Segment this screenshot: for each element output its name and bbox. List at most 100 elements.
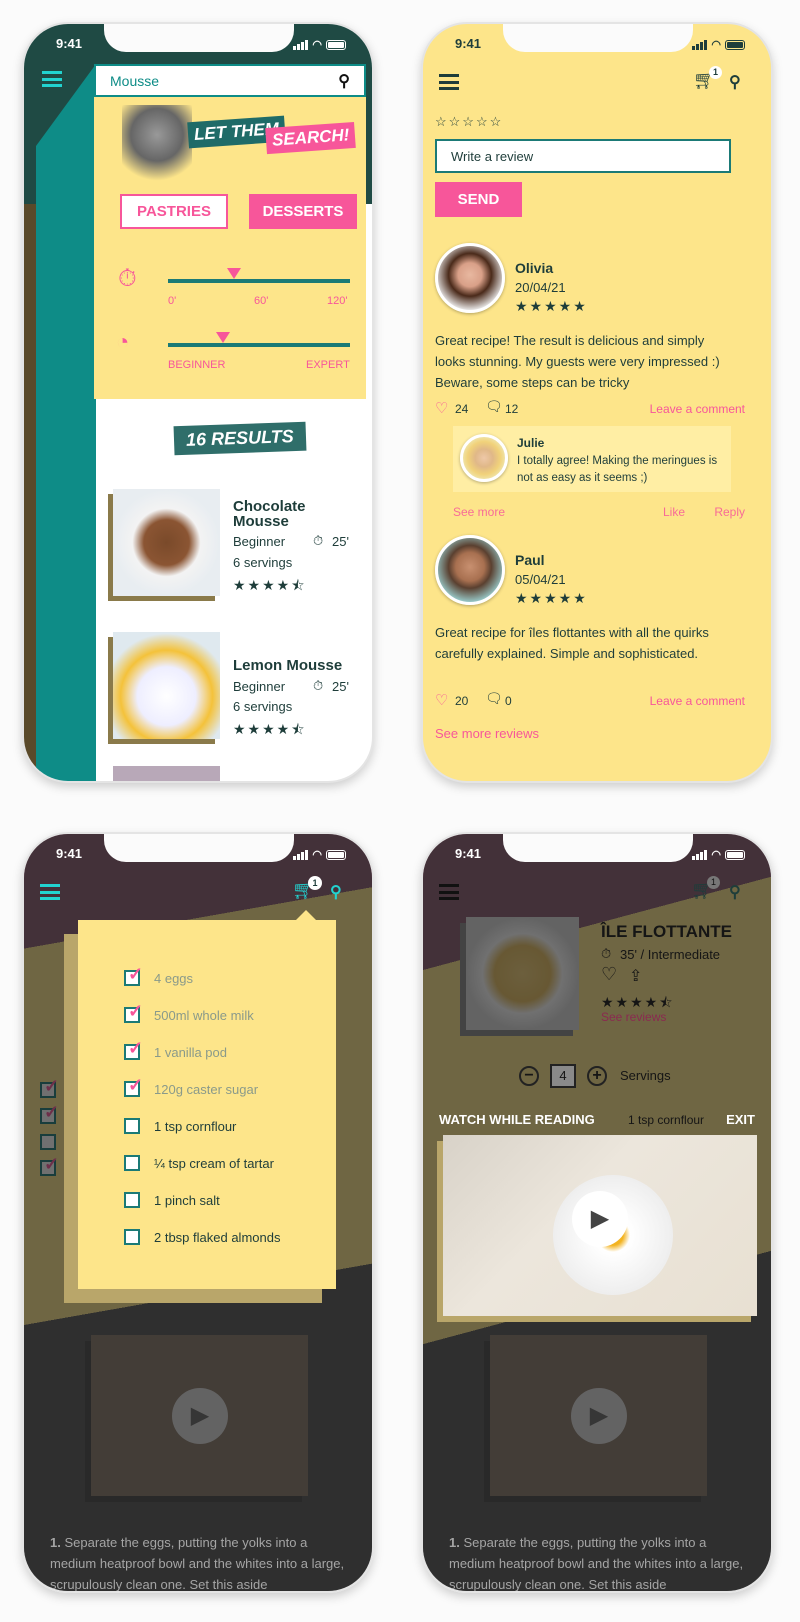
checkbox[interactable] — [124, 1001, 143, 1023]
search-icon[interactable]: ⚲ — [729, 72, 741, 92]
avatar-olivia — [435, 243, 505, 313]
see-more-reviews-link[interactable]: See more reviews — [435, 726, 539, 741]
item-label: 120g caster sugar — [154, 1082, 259, 1097]
result-card[interactable]: Chocolate Mousse Beginner ⏱ 25' 6 servin… — [113, 489, 363, 599]
search-icon[interactable]: ⚲ — [330, 882, 342, 902]
shopping-list-screen: ▶ 1. Separate the eggs, putting the yolk… — [22, 832, 374, 1593]
avatar-julie — [460, 434, 508, 482]
heart-icon[interactable]: ♡ — [435, 691, 448, 709]
item-label: 500ml whole milk — [154, 1008, 254, 1023]
search-screen: 9:41 ◠ Mousse ⚲ LET THEM SEARCH! PASTRIE… — [22, 22, 374, 783]
cart-badge: 1 — [707, 876, 720, 889]
exit-button[interactable]: EXIT — [726, 1112, 755, 1127]
recipe-video-screen: ▶ ÎLE FLOTTANTE ⏱ 35' / Intermediate ♡ ⇪… — [421, 832, 773, 1593]
menu-icon[interactable] — [439, 74, 459, 90]
result-name[interactable]: Chocolate Mousse — [233, 499, 323, 529]
status-icons: ◠ — [692, 38, 745, 51]
filter-panel: LET THEM SEARCH! PASTRIES DESSERTS ⏱ 0' … — [94, 97, 366, 399]
see-more-link[interactable]: See more — [453, 505, 505, 519]
servings-plus[interactable]: + — [587, 1066, 607, 1086]
search-input[interactable]: Mousse — [110, 73, 159, 89]
item-label: ¼ tsp cream of tartar — [154, 1156, 274, 1171]
time-label-mid: 60' — [254, 295, 269, 307]
comment-icon[interactable]: 🗨︎ — [485, 690, 503, 707]
difficulty-label-min: BEGINNER — [168, 359, 226, 371]
checkbox[interactable] — [124, 1118, 140, 1134]
comment-icon[interactable]: 🗨︎ — [485, 398, 503, 415]
checkbox[interactable] — [124, 1155, 140, 1171]
category-pastries[interactable]: PASTRIES — [120, 194, 228, 229]
category-desserts[interactable]: DESSERTS — [249, 194, 357, 229]
time-slider[interactable] — [168, 279, 350, 283]
item-label: 1 tsp cornflour — [154, 1119, 237, 1134]
reply-link[interactable]: Reply — [714, 505, 745, 519]
shopping-list-item[interactable]: 1 vanilla pod — [124, 1038, 324, 1064]
search-bar[interactable]: Mousse ⚲ — [94, 64, 366, 97]
result-time: 25' — [332, 534, 349, 549]
checkbox[interactable] — [124, 1075, 143, 1097]
search-icon[interactable]: ⚲ — [729, 882, 741, 902]
marie-antoinette-illustration — [122, 105, 192, 190]
menu-icon[interactable] — [40, 884, 60, 900]
result-card[interactable]: Lemon Mousse Beginner ⏱ 25' 6 servings ★… — [113, 632, 363, 742]
time-label-max: 120' — [327, 295, 348, 307]
gauge-icon: ◔ — [116, 329, 130, 354]
menu-icon[interactable] — [439, 884, 459, 900]
result-servings: 6 servings — [233, 699, 293, 714]
review-input[interactable]: Write a review — [435, 139, 731, 173]
like-count: 20 — [455, 694, 469, 708]
result-name[interactable]: Lemon Mousse — [233, 657, 342, 674]
difficulty-slider[interactable] — [168, 343, 350, 347]
checkbox[interactable] — [124, 1229, 140, 1245]
menu-icon[interactable] — [42, 71, 62, 87]
time-label-min: 0' — [168, 295, 177, 307]
review-text: Great recipe! The result is delicious an… — [435, 333, 720, 390]
results-count: 16 RESULTS — [173, 421, 307, 456]
review-date: 05/04/21 — [515, 572, 566, 587]
checkbox[interactable] — [124, 964, 143, 986]
step-text: 1. Separate the eggs, putting the yolks … — [449, 1535, 744, 1592]
comment-count: 0 — [505, 694, 512, 708]
shopping-list-item[interactable]: 120g caster sugar — [124, 1075, 324, 1101]
share-icon[interactable]: ⇪ — [629, 966, 642, 986]
banner-search: SEARCH! — [265, 121, 357, 155]
reply-text: I totally agree! Making the meringues is… — [517, 455, 718, 484]
leave-comment-link[interactable]: Leave a comment — [650, 694, 745, 708]
shopping-list-item[interactable]: 4 eggs — [124, 964, 324, 990]
like-link[interactable]: Like — [663, 505, 685, 519]
result-servings: 6 servings — [233, 555, 293, 570]
lemon-mousse-image — [113, 632, 220, 739]
see-reviews-link[interactable]: See reviews — [601, 1010, 666, 1024]
time-slider-handle[interactable] — [227, 268, 241, 279]
rating-input[interactable]: ☆☆☆☆☆ — [435, 114, 503, 130]
shopping-list-item[interactable]: 2 tbsp flaked almonds — [124, 1229, 324, 1249]
result-rating: ★★★★⯪ — [233, 721, 307, 737]
difficulty-label-max: EXPERT — [306, 359, 350, 371]
shopping-list-item[interactable]: ¼ tsp cream of tartar — [124, 1155, 324, 1175]
status-time: 9:41 — [455, 36, 482, 51]
checkbox[interactable] — [124, 1038, 143, 1060]
status-time: 9:41 — [455, 846, 482, 861]
heart-icon[interactable]: ♡ — [601, 964, 617, 985]
shopping-list-item[interactable]: 500ml whole milk — [124, 1001, 324, 1027]
servings-value[interactable]: 4 — [550, 1064, 576, 1088]
checkbox[interactable] — [124, 1192, 140, 1208]
reviewer-name: Paul — [515, 552, 545, 568]
play-button[interactable]: ▶ — [572, 1191, 628, 1247]
result-card-partial-image — [113, 766, 220, 781]
shopping-list-item[interactable]: 1 tsp cornflour — [124, 1118, 324, 1138]
heart-icon[interactable]: ♡ — [435, 399, 448, 417]
video-player[interactable]: ▶ — [443, 1135, 757, 1316]
cart-badge: 1 — [308, 876, 322, 890]
difficulty-slider-handle[interactable] — [216, 332, 230, 343]
servings-minus[interactable]: − — [519, 1066, 539, 1086]
recipe-title: ÎLE FLOTTANTE — [601, 922, 732, 941]
shopping-list-item[interactable]: 1 pinch salt — [124, 1192, 324, 1212]
send-button[interactable]: SEND — [435, 182, 522, 217]
recipe-meta: 35' / Intermediate — [620, 947, 721, 962]
leave-comment-link[interactable]: Leave a comment — [650, 402, 745, 416]
status-time: 9:41 — [56, 846, 83, 861]
search-icon[interactable]: ⚲ — [338, 71, 350, 91]
stopwatch-icon: ⏱ — [313, 533, 324, 548]
reviews-screen: 9:41 ◠ 🛒︎ 1 ⚲ ☆☆☆☆☆ Write a review SEND … — [421, 22, 773, 783]
